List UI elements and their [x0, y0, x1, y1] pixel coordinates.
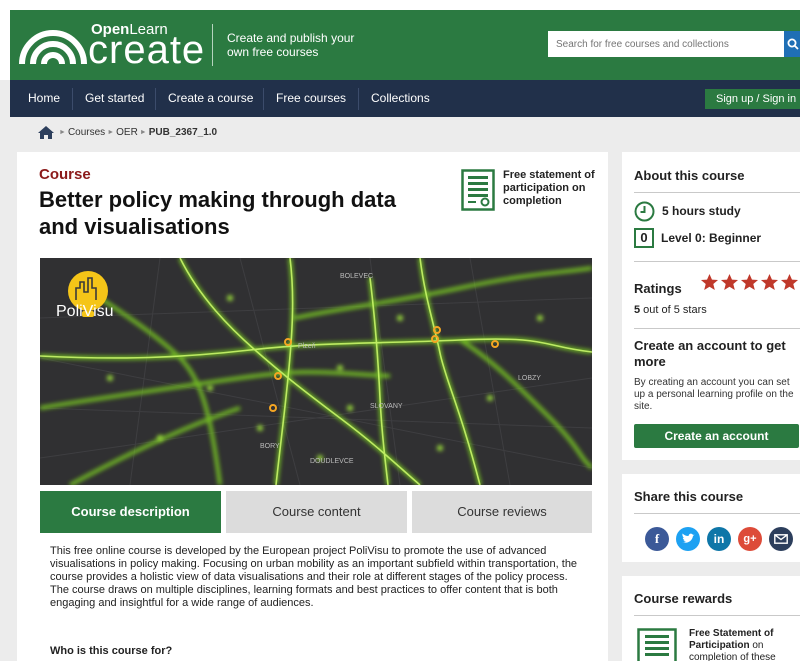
google-plus-icon[interactable]: g+ [738, 527, 762, 551]
linkedin-icon[interactable]: in [707, 527, 731, 551]
breadcrumb-current: PUB_2367_1.0 [148, 126, 218, 138]
divider [634, 615, 800, 616]
search-input[interactable] [548, 31, 784, 57]
logo-create-text: create [88, 28, 206, 72]
ratings-label: Ratings [634, 281, 682, 296]
share-icons: f in g+ [645, 527, 793, 551]
twitter-icon[interactable] [676, 527, 700, 551]
home-icon[interactable] [37, 125, 55, 140]
tagline: Create and publish your own free courses [227, 31, 355, 59]
breadcrumb: ► Courses ► OER ► PUB_2367_1.0 [37, 123, 217, 141]
breadcrumb-separator: ► [107, 128, 115, 136]
statement-of-participation-text: Free statement of participation on compl… [503, 169, 595, 207]
level-text: Level 0: Beginner [661, 231, 762, 245]
map-label: BOLEVEC [340, 273, 373, 280]
nav-free-courses[interactable]: Free courses [264, 80, 358, 117]
level-row: 0 Level 0: Beginner [634, 227, 761, 249]
star-icon [700, 273, 719, 291]
study-hours-row: 5 hours study [634, 200, 741, 222]
star-icon [740, 273, 759, 291]
who-is-this-for-heading: Who is this course for? [50, 645, 173, 657]
breadcrumb-courses[interactable]: Courses [68, 127, 105, 138]
level-number-badge: 0 [634, 228, 654, 248]
course-type-label: Course [39, 166, 91, 183]
map-label: SLOVANY [370, 403, 403, 410]
page-title: Better policy making through data and vi… [39, 187, 396, 239]
course-description-text: This free online course is developed by … [50, 545, 578, 609]
certificate-icon [637, 628, 677, 661]
map-label: LOBZY [518, 375, 541, 382]
rating-suffix: out of 5 stars [640, 304, 707, 316]
study-hours-text: 5 hours study [662, 204, 741, 218]
signup-button[interactable]: Sign up / Sign in [705, 89, 800, 109]
nav-get-started[interactable]: Get started [73, 80, 156, 117]
map-label: BORY [260, 443, 280, 450]
openlearn-logo-icon[interactable] [18, 26, 88, 66]
logo-divider [212, 24, 213, 66]
breadcrumb-oer[interactable]: OER [116, 127, 138, 138]
search-icon [787, 38, 799, 50]
tab-course-content[interactable]: Course content [226, 491, 407, 533]
divider [634, 261, 800, 262]
create-account-title: Create an account to get more [634, 338, 786, 369]
star-icon [720, 273, 739, 291]
course-rewards-title: Course rewards [634, 591, 733, 606]
rating-summary: 5 out of 5 stars [634, 304, 707, 316]
star-icon [780, 273, 799, 291]
course-tabs: Course description Course content Course… [40, 491, 592, 533]
facebook-icon[interactable]: f [645, 527, 669, 551]
create-account-text: By creating an account you can set up a … [634, 377, 794, 412]
map-label: Plzeň [298, 343, 316, 350]
tab-course-reviews[interactable]: Course reviews [412, 491, 592, 533]
breadcrumb-separator: ► [59, 128, 66, 136]
nav-collections[interactable]: Collections [359, 80, 442, 117]
course-hero-image: Plzeň LOBZY SLOVANY DOUDLEVCE BOLEVEC BO… [40, 258, 592, 485]
divider [634, 192, 800, 193]
nav-create-course[interactable]: Create a course [156, 80, 265, 117]
search-button[interactable] [784, 31, 800, 57]
divider [634, 328, 800, 329]
nav-home[interactable]: Home [16, 80, 72, 117]
share-course-title: Share this course [634, 489, 744, 504]
star-icon [760, 273, 779, 291]
create-account-button[interactable]: Create an account [634, 424, 799, 448]
email-icon[interactable] [769, 527, 793, 551]
tab-course-description[interactable]: Course description [40, 491, 221, 533]
traffic-map-image: Plzeň LOBZY SLOVANY DOUDLEVCE BOLEVEC BO… [40, 258, 592, 485]
polivisu-logo-text: PoliVisu [56, 303, 114, 320]
clock-icon [634, 201, 655, 221]
certificate-icon [461, 169, 495, 211]
divider [634, 513, 800, 514]
rating-stars [700, 273, 799, 291]
about-course-title: About this course [634, 168, 745, 183]
map-label: DOUDLEVCE [310, 458, 354, 465]
breadcrumb-separator: ► [139, 128, 147, 136]
reward-description: Free Statement of Participation on compl… [689, 628, 799, 661]
